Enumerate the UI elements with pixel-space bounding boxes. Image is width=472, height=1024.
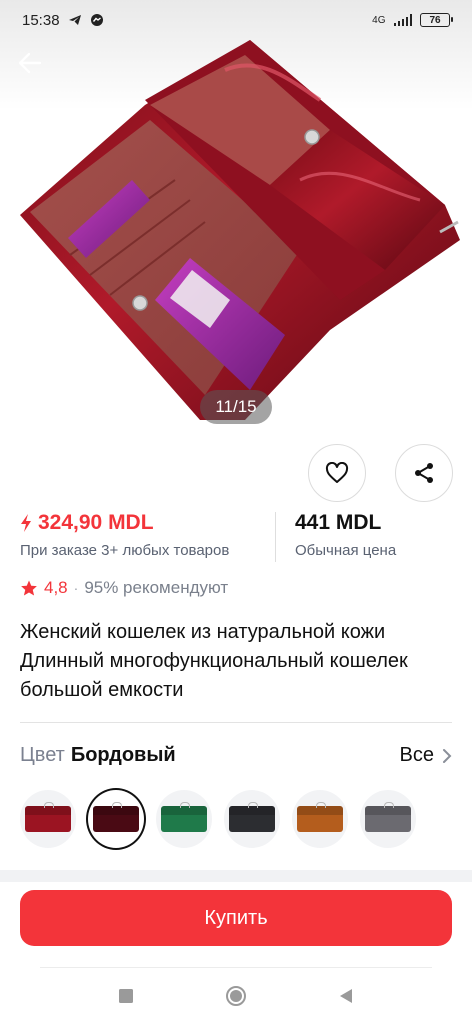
wallet-thumbnail: [25, 802, 71, 832]
wallet-thumbnail: [297, 802, 343, 832]
color-selector-header: Цвет Бордовый Все: [20, 744, 452, 767]
wallet-photo: [20, 40, 460, 420]
section-divider: [0, 870, 472, 882]
nav-divider: [40, 967, 432, 968]
messenger-icon: [90, 14, 103, 26]
system-navigation-bar: [0, 978, 472, 1014]
status-bar: 15:38 4G 76: [0, 0, 472, 40]
current-price: 324,90 MDL: [20, 511, 154, 535]
color-label: Цвет: [20, 744, 65, 766]
all-colors-label: Все: [399, 744, 434, 766]
swatch-red[interactable]: [20, 790, 76, 848]
signal-icon: [393, 14, 412, 26]
heart-icon: [325, 462, 349, 483]
arrow-left-icon: [18, 52, 42, 74]
recommend-text: 95% рекомендуют: [84, 578, 229, 597]
recent-apps-button[interactable]: [114, 984, 138, 1008]
back-button[interactable]: [18, 52, 52, 82]
current-price-value: 324,90 MDL: [38, 511, 154, 534]
selected-color: Бордовый: [70, 744, 176, 766]
wallet-thumbnail: [93, 802, 139, 832]
regular-price-label: Обычная цена: [295, 542, 397, 559]
rating-summary[interactable]: 4,8 · 95% рекомендуют: [20, 578, 228, 598]
favorite-button[interactable]: [308, 444, 366, 502]
color-swatches: [20, 790, 416, 848]
swatch-burgundy[interactable]: [88, 790, 144, 848]
price-condition: При заказе 3+ любых товаров: [20, 542, 230, 559]
swatch-grey[interactable]: [360, 790, 416, 848]
circle-icon: [226, 986, 246, 1006]
all-colors-link[interactable]: Все: [400, 744, 452, 767]
swatch-brown[interactable]: [292, 790, 348, 848]
telegram-icon: [68, 15, 81, 25]
wallet-thumbnail: [365, 802, 411, 832]
wallet-thumbnail: [229, 802, 275, 832]
chevron-right-icon: [443, 748, 452, 763]
share-icon: [415, 463, 433, 483]
swatch-black[interactable]: [224, 790, 280, 848]
image-counter: 11/15: [200, 390, 272, 424]
divider: [20, 722, 452, 723]
share-button[interactable]: [395, 444, 453, 502]
lightning-icon: [21, 514, 31, 532]
swatch-green[interactable]: [156, 790, 212, 848]
square-icon: [119, 989, 133, 1003]
wallet-thumbnail: [161, 802, 207, 832]
back-nav-button[interactable]: [334, 984, 358, 1008]
regular-price: 441 MDL: [295, 511, 382, 534]
price-divider: [275, 512, 276, 562]
star-icon: [21, 580, 37, 596]
product-image-gallery[interactable]: 11/15: [0, 0, 472, 440]
battery-icon: 76: [420, 13, 453, 27]
triangle-back-icon: [340, 989, 352, 1003]
rating-value: 4,8: [44, 578, 68, 597]
network-type: 4G: [372, 14, 386, 26]
buy-button[interactable]: Купить: [20, 890, 452, 946]
separator-dot: ·: [73, 580, 79, 596]
product-title: Женский кошелек из натуральной кожи Длин…: [20, 621, 408, 701]
status-time: 15:38: [22, 11, 60, 29]
home-button[interactable]: [224, 984, 248, 1008]
battery-level: 76: [429, 14, 441, 26]
